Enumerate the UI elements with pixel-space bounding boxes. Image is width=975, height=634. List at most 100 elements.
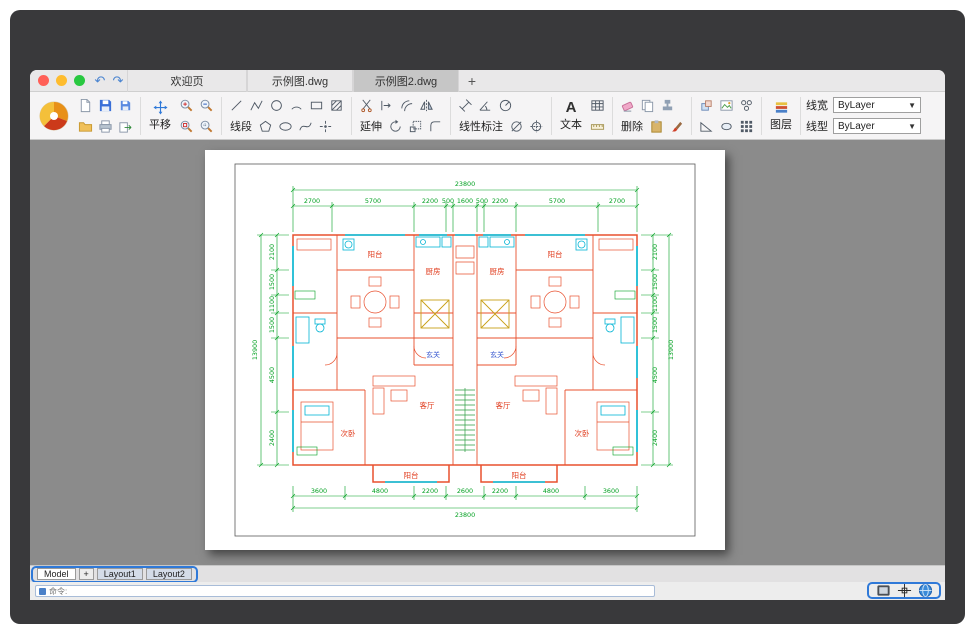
command-line[interactable] — [35, 585, 655, 597]
line-tool[interactable] — [227, 96, 246, 115]
polygon-tool[interactable] — [256, 117, 275, 136]
dim-label: 2200 — [422, 487, 438, 495]
preview-button[interactable] — [875, 583, 891, 599]
zoom-in-tool[interactable] — [177, 96, 196, 115]
circle-tool[interactable] — [267, 96, 286, 115]
bathtub — [296, 317, 309, 343]
redo-icon[interactable]: ↷ — [109, 73, 127, 89]
modify-group: 延伸 — [357, 96, 445, 136]
measure-tool[interactable] — [697, 117, 716, 136]
tab-label: 示例图.dwg — [272, 73, 328, 89]
extend-tool[interactable]: 延伸 — [357, 117, 385, 136]
dim-radius-tool[interactable] — [496, 96, 515, 115]
dim-label: 2200 — [492, 197, 508, 205]
dim-label: 1600 — [457, 197, 473, 205]
status-icons-highlight — [867, 582, 941, 599]
extend-label: 延伸 — [357, 118, 385, 134]
text-label: 文本 — [557, 116, 585, 132]
point-tool[interactable] — [316, 117, 335, 136]
mirror-icon — [419, 98, 434, 113]
arc-tool[interactable] — [287, 96, 306, 115]
dim-label: 23800 — [455, 180, 475, 188]
dim-angular-icon — [478, 98, 493, 113]
match-properties-tool[interactable] — [658, 96, 677, 115]
model-tab[interactable]: Model — [37, 568, 76, 580]
eraser-icon — [620, 98, 635, 113]
ellipse-tool[interactable] — [276, 117, 295, 136]
globe-button[interactable] — [917, 583, 933, 599]
maximize-window-button[interactable] — [74, 75, 85, 86]
minimize-window-button[interactable] — [56, 75, 67, 86]
offset-tool[interactable] — [397, 96, 416, 115]
dim-label: 2200 — [422, 197, 438, 205]
polyline-icon — [249, 98, 264, 113]
spline-tool[interactable] — [296, 117, 315, 136]
group-tool[interactable] — [737, 96, 756, 115]
dim-diameter-tool[interactable] — [507, 117, 526, 136]
drawing-canvas[interactable]: 23800 2700 5700 2200 500 1600 500 2200 5… — [30, 140, 945, 565]
layer-tool[interactable]: 图层 — [767, 100, 795, 132]
dim-label: 2700 — [609, 197, 625, 205]
dim-aligned-tool[interactable] — [456, 96, 475, 115]
undo-icon[interactable]: ↶ — [91, 73, 109, 89]
rectangle-tool[interactable] — [307, 96, 326, 115]
kitchen-counter — [416, 237, 440, 247]
zoom-out-icon — [199, 98, 214, 113]
trim-tool[interactable] — [357, 96, 376, 115]
crosshair-button[interactable] — [896, 583, 912, 599]
table-tool[interactable] — [588, 96, 607, 115]
layout1-tab[interactable]: Layout1 — [97, 568, 143, 580]
export-button[interactable] — [116, 117, 135, 136]
new-tab-button[interactable]: + — [459, 73, 485, 89]
polyline-tool[interactable] — [247, 96, 266, 115]
table-icon — [590, 98, 605, 113]
dim-center-tool[interactable] — [527, 117, 546, 136]
tab-drawing1[interactable]: 示例图.dwg — [247, 70, 353, 92]
erase-tool-button[interactable] — [618, 96, 637, 115]
text-tool[interactable]: A 文本 — [557, 100, 585, 132]
layout2-tab[interactable]: Layout2 — [146, 568, 192, 580]
dim-linear-tool[interactable]: 线性标注 — [456, 117, 506, 136]
new-file-icon — [78, 98, 93, 113]
room-label: 厨房 — [490, 266, 505, 276]
insert-block-tool[interactable] — [697, 96, 716, 115]
array-tool[interactable] — [737, 117, 756, 136]
line-icon — [229, 98, 244, 113]
extend-line-tool[interactable] — [377, 96, 396, 115]
save-all-icon — [118, 98, 133, 113]
format-painter-tool[interactable] — [667, 117, 686, 136]
toolbar: 平移 — [30, 92, 945, 140]
drawing-paper[interactable]: 23800 2700 5700 2200 500 1600 500 2200 5… — [205, 150, 725, 550]
layers-icon — [774, 100, 789, 115]
attach-image-tool[interactable] — [717, 96, 736, 115]
save-button[interactable] — [96, 96, 115, 115]
zoom-extents-tool[interactable] — [177, 117, 196, 136]
command-input[interactable] — [49, 587, 651, 596]
paste-tool[interactable] — [647, 117, 666, 136]
zoom-window-tool[interactable] — [197, 117, 216, 136]
lineweight-select[interactable]: ByLayer▼ — [833, 97, 921, 113]
hatch-tool[interactable] — [327, 96, 346, 115]
save-all-button[interactable] — [116, 96, 135, 115]
add-layout-button[interactable]: + — [79, 568, 94, 580]
pan-tool[interactable]: 平移 — [146, 100, 174, 132]
mirror-tool[interactable] — [417, 96, 436, 115]
erase-tool[interactable]: 删除 — [618, 117, 646, 136]
line-segment-tool[interactable]: 线段 — [227, 117, 255, 136]
dim-angular-tool[interactable] — [476, 96, 495, 115]
new-file-button[interactable] — [76, 96, 95, 115]
rotate-tool[interactable] — [386, 117, 405, 136]
region-tool[interactable] — [717, 117, 736, 136]
open-file-button[interactable] — [76, 117, 95, 136]
scale-tool[interactable] — [406, 117, 425, 136]
copy-tool[interactable] — [638, 96, 657, 115]
zoom-out-tool[interactable] — [197, 96, 216, 115]
ruler-tool[interactable] — [588, 117, 607, 136]
fillet-tool[interactable] — [426, 117, 445, 136]
tab-welcome[interactable]: 欢迎页 — [127, 70, 247, 92]
linetype-select[interactable]: ByLayer▼ — [833, 118, 921, 134]
tab-drawing2[interactable]: 示例图2.dwg — [353, 70, 459, 92]
door-arc — [325, 353, 337, 365]
print-button[interactable] — [96, 117, 115, 136]
close-window-button[interactable] — [38, 75, 49, 86]
